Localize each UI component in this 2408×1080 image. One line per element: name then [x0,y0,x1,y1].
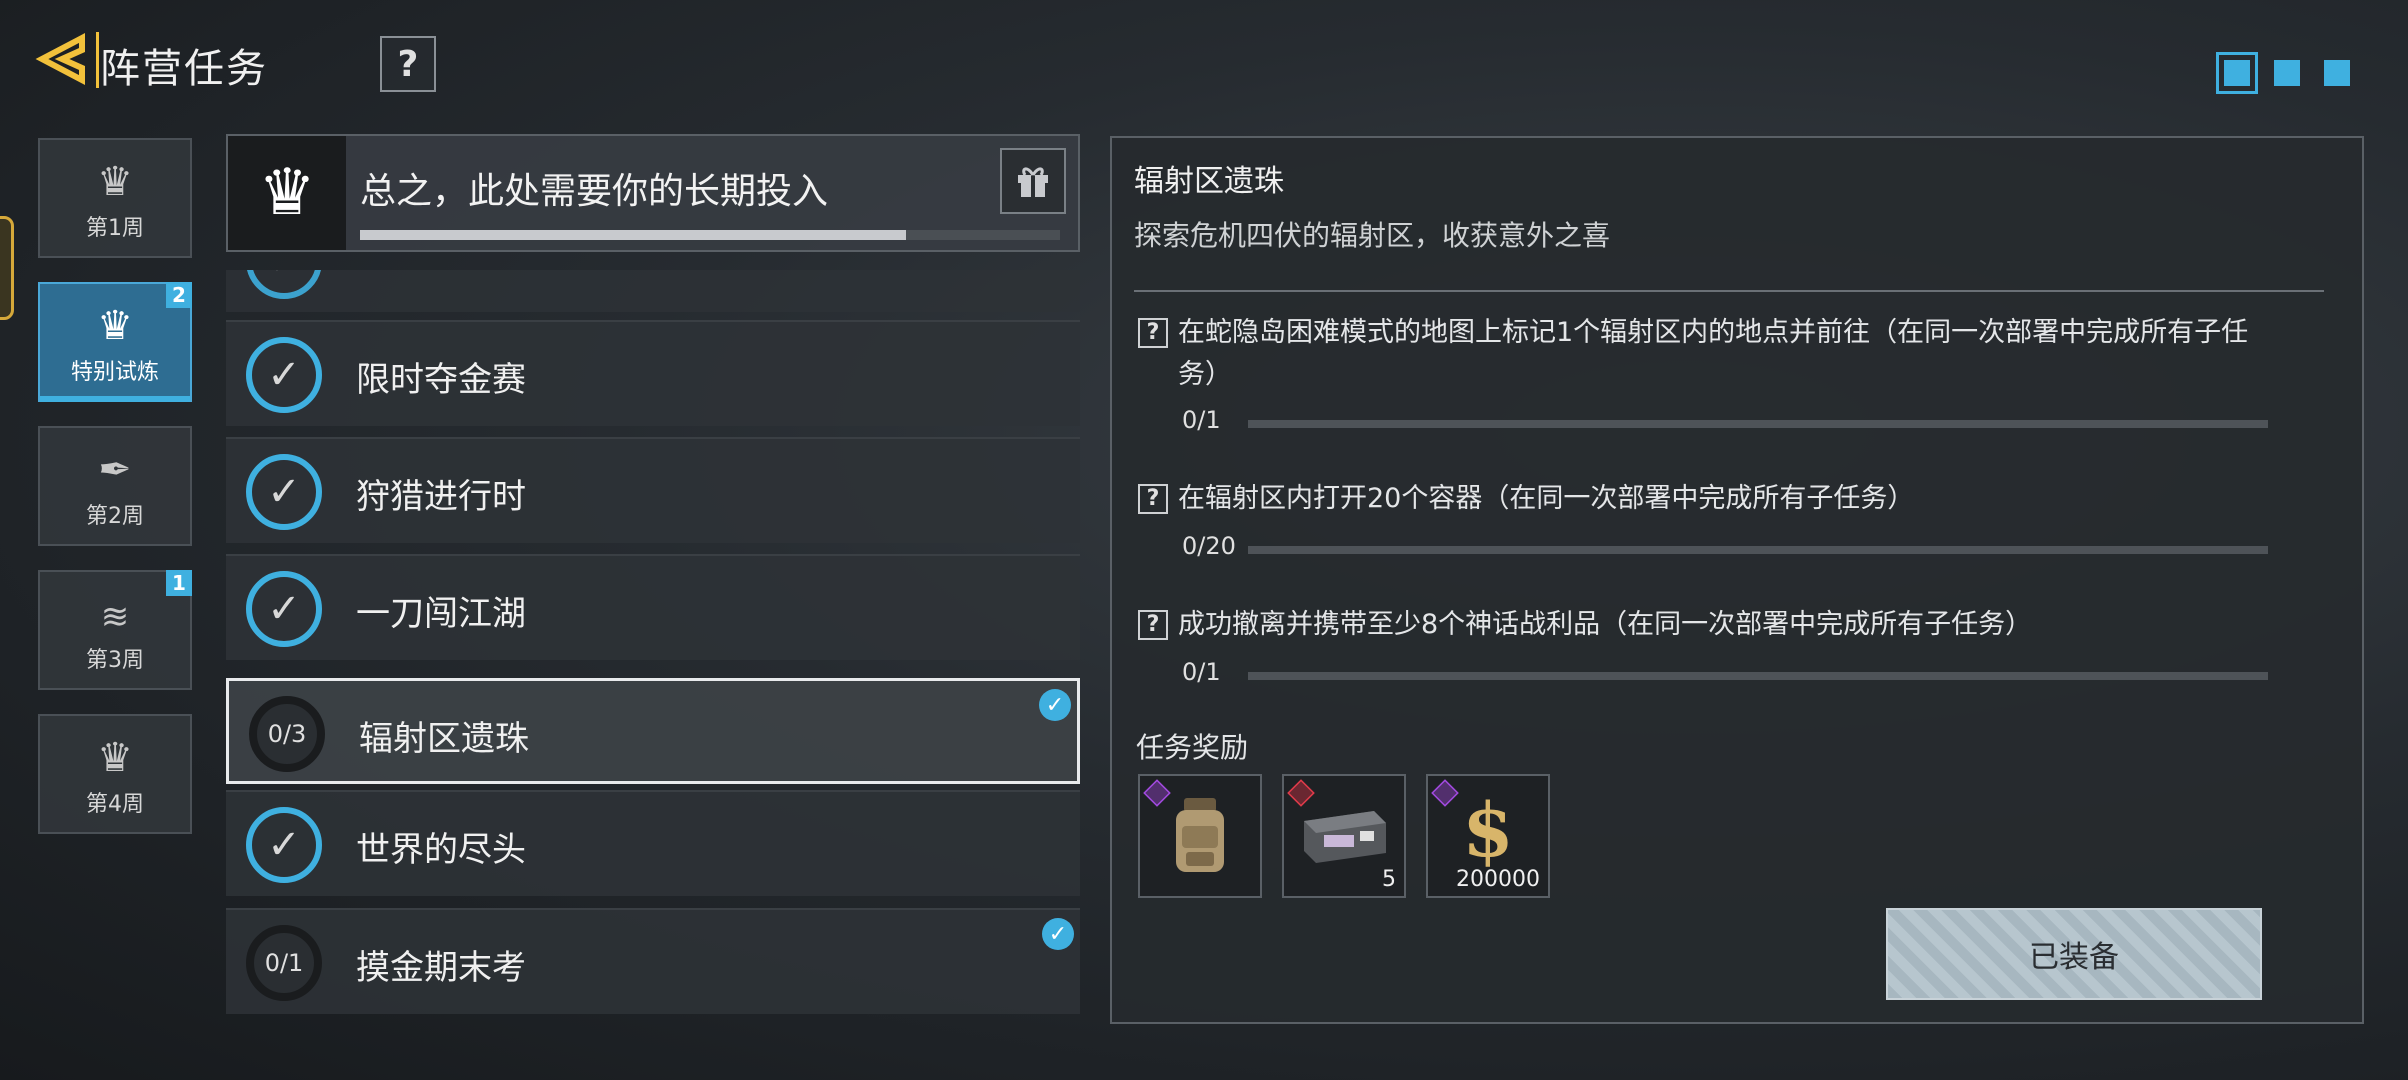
task-row[interactable]: ✓ 世界的尽头 [226,790,1080,896]
crown-emblem-icon: ♛ [97,735,133,781]
task-name: 限时夺金赛 [356,360,526,400]
objective-3-progress: 0/1 [1138,658,2288,688]
crown-emblem-icon: ♛ [97,159,133,205]
task-row[interactable]: 0/1 摸金期末考 ✓ [226,908,1080,1014]
task-row[interactable]: ✓ 限时夺金赛 [226,320,1080,426]
page-dot-2[interactable] [2274,60,2300,86]
objective-2-progress: 0/20 [1138,532,2288,562]
detail-title: 辐射区遗珠 [1134,164,1284,199]
notification-badge: 2 [166,282,192,308]
week-tab-label: 第2周 [86,504,144,529]
mission-header: ♛ 总之，此处需要你的长期投入 [226,134,1080,252]
complete-check-icon: ✓ [246,571,322,647]
complete-check-icon: ✓ [246,454,322,530]
week-tab-3[interactable]: ≋ 第3周 1 [38,570,192,690]
objective-1: ? 在蛇隐岛困难模式的地图上标记1个辐射区内的地点并前往（在同一次部署中完成所有… [1138,312,2288,396]
objective-text: 在辐射区内打开20个容器（在同一次部署中完成所有子任务） [1178,483,1915,514]
task-progress-ring: 0/1 [246,925,322,1001]
objective-text: 成功撤离并携带至少8个神话战利品（在同一次部署中完成所有子任务） [1178,609,2033,640]
back-arrow-icon [35,33,85,85]
task-row[interactable]: ✓ 一刀闯江湖 [226,554,1080,660]
gift-icon [1018,167,1048,197]
task-name: 狩猎进行时 [356,477,526,517]
complete-check-icon: ✓ [246,807,322,883]
task-detail-panel: 辐射区遗珠 探索危机四伏的辐射区，收获意外之喜 ? 在蛇隐岛困难模式的地图上标记… [1110,136,2364,1024]
mission-progress-fill [360,230,906,240]
week-tab-label: 第3周 [86,648,144,673]
task-row-partial[interactable]: ✓ [226,270,1080,312]
page-indicator [2216,52,2350,94]
task-list: ✓ ✓ 限时夺金赛 ✓ 狩猎进行时 ✓ 一刀闯江湖 0/3 辐射区遗珠 ✓ ✓ … [226,270,1080,1024]
week-tab-2[interactable]: ✒ 第2周 [38,426,192,546]
week-tab-label: 第1周 [86,216,144,241]
objective-count: 0/20 [1182,532,1236,560]
reward-quantity: 5 [1382,867,1396,892]
objective-2: ? 在辐射区内打开20个容器（在同一次部署中完成所有子任务） [1138,478,2288,520]
complete-check-icon: ✓ [246,337,322,413]
objective-3: ? 成功撤离并携带至少8个神话战利品（在同一次部署中完成所有子任务） [1138,604,2288,646]
question-icon[interactable]: ? [1138,610,1168,640]
task-name: 摸金期末考 [356,948,526,988]
crown-emblem-icon: ♛ [97,303,133,349]
wings-emblem-icon: ≋ [100,597,130,637]
gift-button[interactable] [1000,148,1066,214]
page-dot-3[interactable] [2324,60,2350,86]
mission-title: 总之，此处需要你的长期投入 [360,171,829,212]
week-tab-4[interactable]: ♛ 第4周 [38,714,192,834]
week-tab-1[interactable]: ♛ 第1周 [38,138,192,258]
equipped-button[interactable]: 已装备 [1886,908,2262,1000]
tracked-check-icon[interactable]: ✓ [1039,689,1071,721]
crown-emblem-icon: ♛ [228,136,346,250]
back-button[interactable] [34,30,92,88]
question-icon[interactable]: ? [1138,484,1168,514]
help-button[interactable]: ? [380,36,436,92]
mission-progress-bar [360,230,1060,240]
calligraphy-emblem-icon: ✒ [98,447,132,493]
objective-text: 在蛇隐岛困难模式的地图上标记1个辐射区内的地点并前往（在同一次部署中完成所有子任… [1178,317,2249,390]
weapon-crate-icon [1304,811,1386,863]
currency-icon: $ [1462,788,1514,874]
backpack-icon [1176,798,1224,872]
objective-progress-track [1248,672,2268,680]
week-tab-special[interactable]: ♛ 特别试炼 2 [38,282,192,402]
objective-1-progress: 0/1 [1138,406,2288,436]
notification-badge: 1 [166,570,192,596]
rewards-label: 任务奖励 [1136,731,1249,764]
reward-item-currency[interactable]: $ 200000 [1426,774,1550,898]
reward-quantity: 200000 [1456,867,1540,892]
side-ornament [0,216,14,320]
header-divider [96,32,99,88]
objective-count: 0/1 [1182,658,1221,686]
task-row-selected[interactable]: 0/3 辐射区遗珠 ✓ [226,678,1080,784]
objective-progress-track [1248,420,2268,428]
divider [1134,290,2324,292]
reward-item-backpack[interactable] [1138,774,1262,898]
task-name: 辐射区遗珠 [359,719,529,759]
objective-count: 0/1 [1182,406,1221,434]
detail-description: 探索危机四伏的辐射区，收获意外之喜 [1134,219,1611,252]
complete-check-icon: ✓ [246,270,322,299]
week-tab-label: 第4周 [86,792,144,817]
reward-item-crate[interactable]: 5 [1282,774,1406,898]
page-title: 阵营任务 [100,46,268,92]
question-icon[interactable]: ? [1138,318,1168,348]
week-tab-label: 特别试炼 [70,360,159,385]
objective-progress-track [1248,546,2268,554]
task-row[interactable]: ✓ 狩猎进行时 [226,437,1080,543]
page-dot-1[interactable] [2216,52,2258,94]
task-name: 一刀闯江湖 [356,594,526,634]
task-progress-ring: 0/3 [249,696,325,772]
task-name: 世界的尽头 [356,830,526,870]
tracked-check-icon[interactable]: ✓ [1042,918,1074,950]
